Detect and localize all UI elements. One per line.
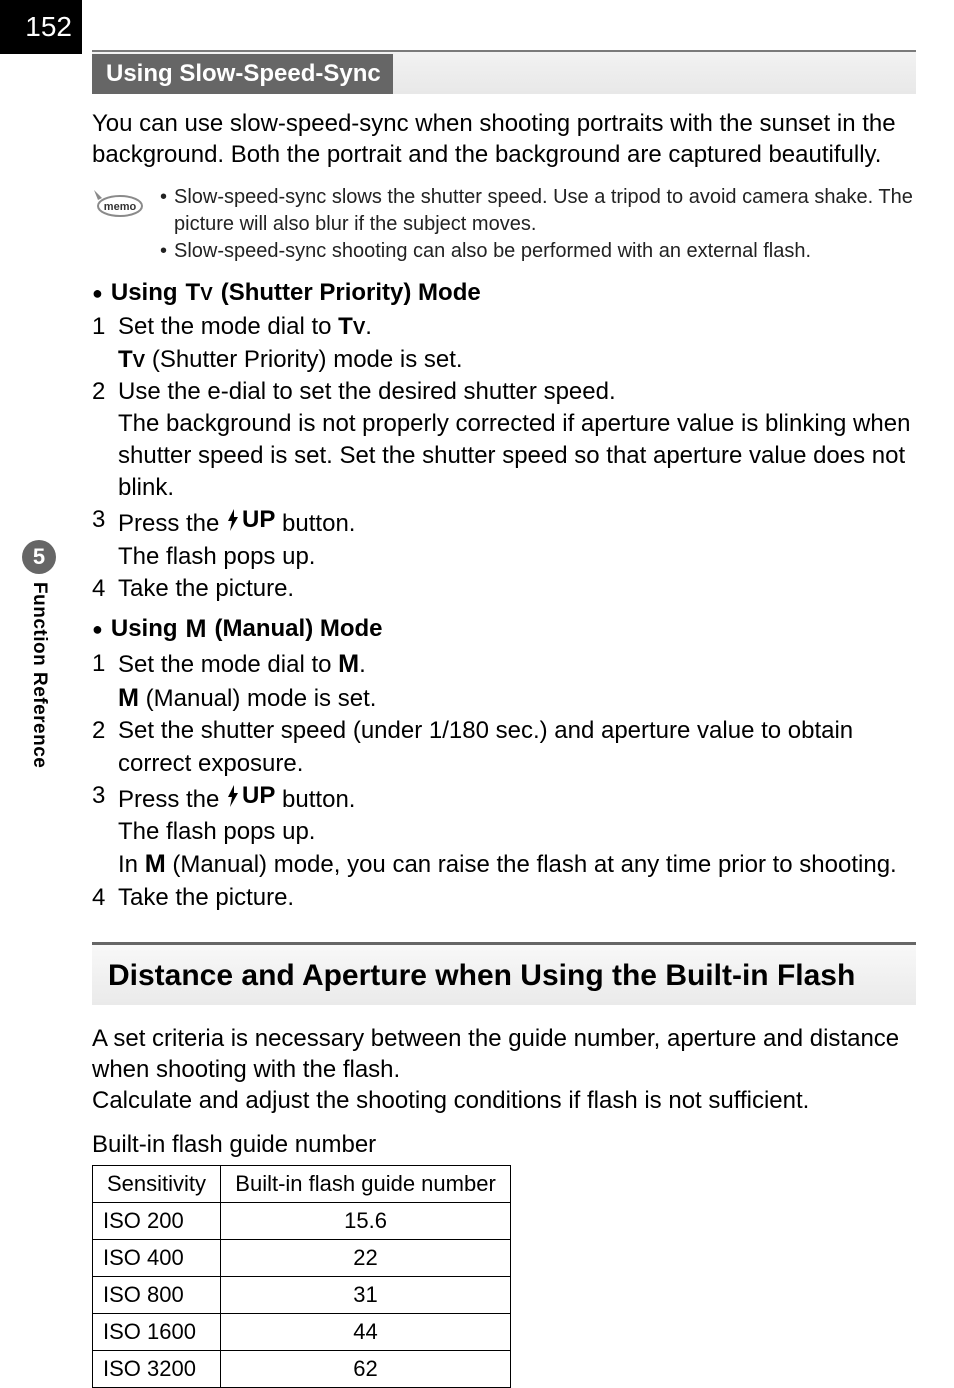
step-text: Set the mode dial to TV. TV (Shutter Pri… — [118, 311, 916, 375]
table-header-row: Sensitivity Built-in flash guide number — [93, 1165, 511, 1202]
step-item: 2 Set the shutter speed (under 1/180 sec… — [92, 715, 916, 779]
mode-heading-m: ● Using M (Manual) Mode — [92, 615, 916, 644]
step-number: 3 — [92, 504, 118, 572]
heading-suffix: (Shutter Priority) Mode — [221, 279, 481, 307]
guide-number-table: Sensitivity Built-in flash guide number … — [92, 1165, 511, 1388]
step-item: 2 Use the e-dial to set the desired shut… — [92, 376, 916, 505]
tv-mode-icon: TV — [186, 279, 213, 307]
table-cell: 15.6 — [221, 1202, 511, 1239]
chapter-side-tab: 5 Function Reference — [12, 540, 66, 768]
subheading-bar: Using Slow-Speed-Sync — [92, 50, 916, 94]
memo-block: memo • Slow-speed-sync slows the shutter… — [92, 184, 916, 265]
heading-suffix: (Manual) Mode — [215, 615, 383, 643]
svg-text:memo: memo — [104, 201, 137, 213]
step-item: 1 Set the mode dial to M. M (Manual) mod… — [92, 648, 916, 716]
step-item: 3 Press the UP button. The flash pops up… — [92, 504, 916, 572]
bullet-icon: ● — [92, 283, 103, 304]
table-header-cell: Built-in flash guide number — [221, 1165, 511, 1202]
m-mode-icon: M — [186, 615, 207, 644]
memo-list: • Slow-speed-sync slows the shutter spee… — [160, 184, 916, 265]
table-cell: ISO 400 — [93, 1239, 221, 1276]
chapter-number: 5 — [33, 544, 45, 570]
page-content: Using Slow-Speed-Sync You can use slow-s… — [92, 50, 916, 1388]
mode-heading-tv: ● Using TV (Shutter Priority) Mode — [92, 279, 916, 307]
step-text: Press the UP button. The flash pops up. — [118, 504, 916, 572]
step-text: Set the shutter speed (under 1/180 sec.)… — [118, 715, 916, 779]
step-text: Take the picture. — [118, 573, 916, 605]
table-cell: 62 — [221, 1350, 511, 1387]
table-cell: 31 — [221, 1276, 511, 1313]
bullet-icon: • — [160, 184, 174, 238]
memo-icon: memo — [92, 186, 146, 223]
step-text: Take the picture. — [118, 882, 916, 914]
subheading: Using Slow-Speed-Sync — [92, 54, 393, 94]
table-row: ISO 320062 — [93, 1350, 511, 1387]
step-text: Press the UP button. The flash pops up. … — [118, 780, 916, 882]
memo-item: • Slow-speed-sync slows the shutter spee… — [160, 184, 916, 238]
memo-text: Slow-speed-sync slows the shutter speed.… — [174, 184, 916, 238]
table-row: ISO 160044 — [93, 1313, 511, 1350]
tv-mode-icon: TV — [338, 313, 365, 340]
tv-mode-icon: TV — [118, 346, 145, 373]
step-number: 4 — [92, 573, 118, 605]
m-step-list: 1 Set the mode dial to M. M (Manual) mod… — [92, 648, 916, 914]
bullet-icon: ● — [92, 619, 103, 640]
heading-prefix: Using — [111, 615, 178, 643]
page: 152 5 Function Reference Using Slow-Spee… — [0, 0, 954, 1329]
heading-prefix: Using — [111, 279, 178, 307]
step-text: Set the mode dial to M. M (Manual) mode … — [118, 648, 916, 716]
intro-paragraph: You can use slow-speed-sync when shootin… — [92, 108, 916, 170]
table-cell: ISO 800 — [93, 1276, 221, 1313]
step-number: 2 — [92, 376, 118, 505]
table-cell: 44 — [221, 1313, 511, 1350]
memo-text: Slow-speed-sync shooting can also be per… — [174, 238, 811, 265]
table-cell: 22 — [221, 1239, 511, 1276]
chapter-label: Function Reference — [28, 582, 50, 768]
step-number: 1 — [92, 648, 118, 716]
table-title: Built-in flash guide number — [92, 1131, 916, 1159]
page-number-tab: 152 — [0, 0, 82, 54]
table-row: ISO 80031 — [93, 1276, 511, 1313]
tv-step-list: 1 Set the mode dial to TV. TV (Shutter P… — [92, 311, 916, 604]
page-number: 152 — [25, 11, 72, 43]
step-item: 4 Take the picture. — [92, 882, 916, 914]
table-cell: ISO 3200 — [93, 1350, 221, 1387]
table-cell: ISO 1600 — [93, 1313, 221, 1350]
section-heading: Distance and Aperture when Using the Bui… — [92, 942, 916, 1005]
table-row: ISO 20015.6 — [93, 1202, 511, 1239]
step-number: 1 — [92, 311, 118, 375]
step-number: 2 — [92, 715, 118, 779]
section-paragraph: A set criteria is necessary between the … — [92, 1023, 916, 1117]
step-number: 3 — [92, 780, 118, 882]
m-mode-icon: M — [118, 684, 139, 712]
table-cell: ISO 200 — [93, 1202, 221, 1239]
m-mode-icon: M — [338, 650, 359, 678]
chapter-number-badge: 5 — [22, 540, 56, 574]
table-row: ISO 40022 — [93, 1239, 511, 1276]
m-mode-icon: M — [145, 850, 166, 878]
flash-up-icon: UP — [226, 780, 275, 812]
step-item: 1 Set the mode dial to TV. TV (Shutter P… — [92, 311, 916, 375]
step-item: 4 Take the picture. — [92, 573, 916, 605]
memo-item: • Slow-speed-sync shooting can also be p… — [160, 238, 916, 265]
flash-up-icon: UP — [226, 504, 275, 536]
step-item: 3 Press the UP button. The flash pops up… — [92, 780, 916, 882]
step-text: Use the e-dial to set the desired shutte… — [118, 376, 916, 505]
step-number: 4 — [92, 882, 118, 914]
bullet-icon: • — [160, 238, 174, 265]
table-header-cell: Sensitivity — [93, 1165, 221, 1202]
